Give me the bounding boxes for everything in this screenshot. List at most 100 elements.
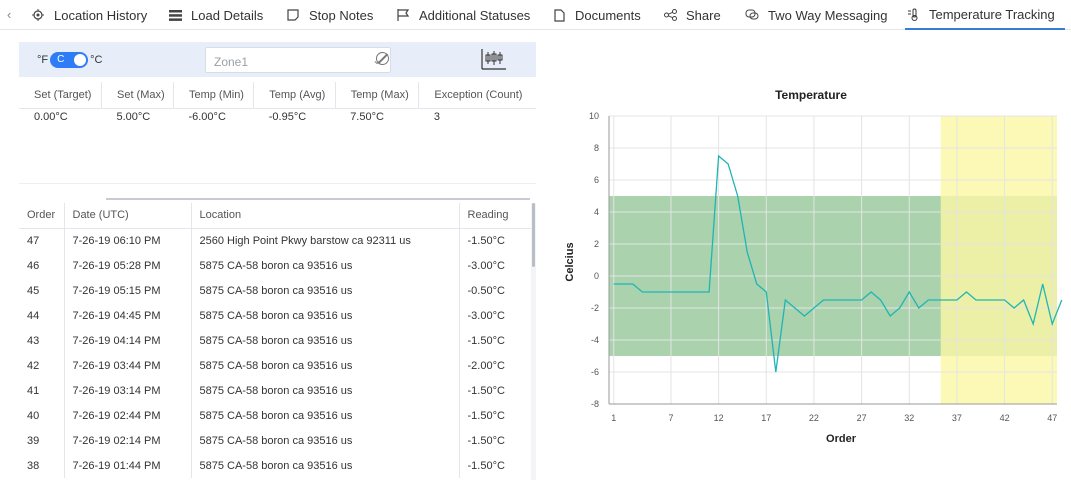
tab-temperature-tracking[interactable]: Temperature Tracking [905, 0, 1065, 30]
summary-cell: 7.50°C [350, 110, 384, 123]
order-cell: 41 [19, 378, 65, 403]
tab-two-way-messaging[interactable]: Two Way Messaging [744, 0, 887, 30]
column-header[interactable]: Exception (Count) [418, 82, 536, 109]
toggle-text: C [57, 54, 65, 65]
unit-toggle-group: °F C °C [37, 52, 102, 68]
summary-header-row: Set (Target) Set (Max) Temp (Min) Temp (… [19, 82, 536, 109]
table-row[interactable]: 40 7-26-19 02:44 PM 5875 CA-58 boron ca 93… [19, 403, 531, 428]
x-tick-label: 22 [809, 413, 819, 423]
share-icon [662, 9, 678, 21]
location-cell: 5875 CA-58 boron ca 93516 us [191, 278, 460, 303]
table-row[interactable]: 39 7-26-19 02:14 PM 5875 CA-58 boron ca 93… [19, 428, 531, 453]
table-row[interactable]: 45 7-26-19 05:15 PM 5875 CA-58 boron ca 93… [19, 278, 531, 303]
y-tick-label: 0 [594, 271, 599, 281]
summary-row: 0.00°C 5.00°C -6.00°C -0.95°C 7.50°C 3 [19, 108, 536, 125]
y-tick-label: -4 [591, 335, 599, 345]
tab-stop-notes[interactable]: Stop Notes [285, 0, 373, 30]
table-row[interactable]: 44 7-26-19 04:45 PM 5875 CA-58 boron ca 93… [19, 303, 531, 328]
location-cell: 5875 CA-58 boron ca 93516 us [191, 353, 460, 378]
date-cell: 7-26-19 03:44 PM [64, 353, 192, 378]
reading-cell: -3.00°C [467, 309, 505, 322]
column-header[interactable]: Location [191, 203, 460, 229]
chevron-left-icon[interactable]: ‹ [7, 7, 11, 22]
reading-cell: -1.50°C [467, 409, 505, 422]
celsius-label: °C [90, 54, 103, 66]
unit-toggle[interactable]: C [50, 52, 89, 68]
reading-cell: -1.50°C [467, 334, 505, 347]
order-cell: 40 [19, 403, 65, 428]
tab-additional-statuses[interactable]: Additional Statuses [395, 0, 530, 30]
date-cell: 7-26-19 03:14 PM [64, 378, 192, 403]
column-header[interactable]: Temp (Max) [335, 82, 420, 109]
x-tick-label: 17 [761, 413, 771, 423]
y-tick-label: 6 [594, 175, 599, 185]
tab-label: Additional Statuses [419, 7, 531, 23]
table-row[interactable]: 43 7-26-19 04:14 PM 5875 CA-58 boron ca 93… [19, 328, 531, 353]
flag-icon [395, 9, 411, 21]
reading-cell: -0.50°C [467, 284, 505, 297]
horizontal-scrollbar[interactable] [106, 198, 530, 200]
table-row[interactable]: 46 7-26-19 05:28 PM 5875 CA-58 boron ca 93… [19, 253, 531, 278]
toggle-knob [74, 54, 87, 66]
y-tick-label: 4 [594, 207, 599, 217]
reading-cell: -1.50°C [467, 384, 505, 397]
table-row[interactable]: 41 7-26-19 03:14 PM 5875 CA-58 boron ca 93… [19, 378, 531, 403]
location-cell: 5875 CA-58 boron ca 93516 us [191, 453, 460, 478]
x-tick-label: 7 [668, 413, 673, 423]
zone-value: Zone1 [214, 55, 249, 69]
column-header[interactable]: Set (Target) [19, 82, 102, 109]
reading-cell: -2.00°C [467, 359, 505, 372]
tab-label: Temperature Tracking [929, 6, 1055, 22]
y-tick-label: 2 [594, 239, 599, 249]
date-cell: 7-26-19 02:14 PM [64, 428, 192, 453]
tab-label: Share [686, 7, 721, 23]
zone-select[interactable]: Zone1 ⌄ [205, 47, 391, 73]
clear-icon[interactable] [376, 52, 389, 65]
order-cell: 45 [19, 278, 65, 303]
x-tick-label: 37 [952, 413, 962, 423]
tab-label: Documents [575, 7, 641, 23]
temperature-chart: Temperature Celcius Order -8 -6 -4 -2 0 2 4 6 8 1… [564, 88, 1063, 445]
message-icon [744, 9, 760, 21]
x-tick-label: 42 [1000, 413, 1010, 423]
date-cell: 7-26-19 02:44 PM [64, 403, 192, 428]
column-header[interactable]: Temp (Avg) [253, 82, 336, 109]
date-cell: 7-26-19 04:45 PM [64, 303, 192, 328]
tab-load-details[interactable]: Load Details [167, 0, 263, 30]
column-header[interactable]: Temp (Min) [173, 82, 255, 109]
date-cell: 7-26-19 01:44 PM [64, 453, 192, 478]
table-row[interactable]: 47 7-26-19 06:10 PM 2560 High Point Pkwy b… [19, 228, 531, 253]
column-header[interactable]: Date (UTC) [64, 203, 192, 229]
tab-bar: ‹ Location History Load Details Stop Not… [0, 0, 1071, 30]
chart-title: Temperature [775, 88, 847, 102]
location-cell: 2560 High Point Pkwy barstow ca 92311 us [191, 228, 460, 253]
table-row[interactable]: 38 7-26-19 01:44 PM 5875 CA-58 boron ca 93… [19, 453, 531, 478]
tab-label: Stop Notes [309, 7, 374, 23]
order-cell: 39 [19, 428, 65, 453]
fahrenheit-label: °F [37, 54, 49, 66]
temperature-summary-table: Set (Target) Set (Max) Temp (Min) Temp (… [19, 82, 536, 125]
date-cell: 7-26-19 05:28 PM [64, 253, 192, 278]
date-cell: 7-26-19 04:14 PM [64, 328, 192, 353]
tab-documents[interactable]: Documents [551, 0, 641, 30]
tab-location-history[interactable]: Location History [30, 0, 147, 30]
location-cell: 5875 CA-58 boron ca 93516 us [191, 428, 460, 453]
vertical-scrollbar[interactable] [531, 203, 536, 480]
summary-cell: 3 [433, 110, 441, 123]
column-header[interactable]: Set (Max) [101, 82, 174, 109]
y-tick-label: -8 [591, 399, 599, 409]
tab-label: Location History [54, 7, 148, 23]
reading-cell: -3.00°C [467, 259, 505, 272]
tab-share[interactable]: Share [662, 0, 721, 30]
reading-cell: -1.50°C [467, 434, 505, 447]
column-header[interactable]: Reading [459, 203, 531, 229]
date-cell: 7-26-19 05:15 PM [64, 278, 192, 303]
note-icon [285, 9, 301, 21]
column-header[interactable]: Order [19, 203, 65, 229]
date-cell: 7-26-19 06:10 PM [64, 228, 192, 253]
stack-icon [167, 9, 183, 21]
scrollbar-thumb[interactable] [532, 203, 535, 267]
document-icon [551, 8, 567, 22]
table-row[interactable]: 42 7-26-19 03:44 PM 5875 CA-58 boron ca 93… [19, 353, 531, 378]
candlestick-chart-icon[interactable] [481, 47, 507, 76]
